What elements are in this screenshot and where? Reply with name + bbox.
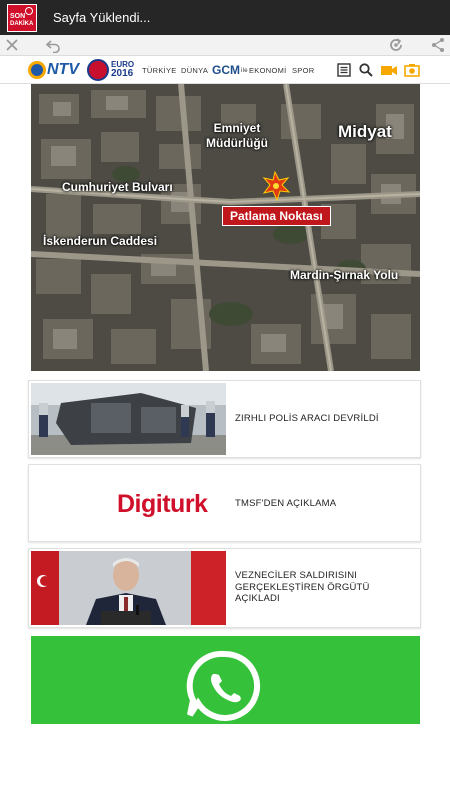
app-title-bar: SON DAKİKA Sayfa Yüklendi...	[0, 0, 450, 35]
article-card-armored-vehicle[interactable]: ZIRHLI POLİS ARACI DEVRİLDİ	[28, 380, 421, 458]
whatsapp-promo-card[interactable]	[31, 636, 420, 724]
article-headline[interactable]: ZIRHLI POLİS ARACI DEVRİLDİ	[235, 413, 415, 425]
gcm-suffix: ile	[241, 68, 248, 74]
window-title: Sayfa Yüklendi...	[53, 10, 151, 25]
site-navigation: NTV EURO 2016 TÜRKİYE DÜNYA GCM ile EKON…	[0, 56, 450, 84]
euro-line2: 2016	[111, 68, 134, 79]
article-card-tmsf[interactable]: Digiturk TMSF'DEN AÇIKLAMA	[28, 464, 421, 542]
nav-link-dunya[interactable]: DÜNYA	[181, 66, 208, 75]
share-icon[interactable]	[430, 37, 446, 53]
nav-link-turkiye[interactable]: TÜRKİYE	[142, 66, 177, 75]
map-label-iskenderun: İskenderun Caddesi	[43, 234, 158, 248]
map-label-mardin: Mardin-Şırnak Yolu	[290, 268, 399, 282]
euro2016-emblem-icon[interactable]	[87, 59, 109, 81]
article-thumbnail-armored-vehicle	[31, 383, 226, 455]
whatsapp-icon	[186, 650, 261, 721]
map-label-emniyet: Emniyet Müdürlüğü	[206, 121, 268, 151]
ntv-logo[interactable]: NTV	[28, 60, 79, 80]
nav-link-ekonomi[interactable]: EKONOMİ	[249, 66, 287, 75]
back-icon[interactable]	[45, 37, 61, 53]
menu-icon[interactable]	[336, 62, 352, 78]
logo-text-bottom: DAKİKA	[10, 20, 34, 27]
speaker-photo	[31, 551, 226, 625]
video-icon[interactable]	[380, 62, 398, 78]
app-logo: SON DAKİKA	[7, 3, 37, 32]
hero-map-image[interactable]: Emniyet Müdürlüğü Midyat Cumhuriyet Bulv…	[31, 84, 420, 371]
article-headline[interactable]: VEZNECİLER SALDIRISINI GERÇEKLEŞTİREN ÖR…	[235, 570, 415, 605]
map-label-emniyet-line2: Müdürlüğü	[206, 136, 268, 150]
search-icon[interactable]	[358, 62, 374, 78]
logo-ring-icon	[25, 6, 33, 15]
close-icon[interactable]	[4, 37, 20, 53]
ntv-globe-icon	[28, 61, 46, 79]
page-bottom-area	[0, 724, 450, 800]
nav-link-gcm[interactable]: GCM	[212, 63, 240, 77]
digiturk-logo: Digiturk	[117, 490, 208, 518]
logo-text-top: SON	[10, 12, 26, 20]
ntv-brand-text: NTV	[47, 61, 79, 78]
article-headline[interactable]: TMSF'DEN AÇIKLAMA	[235, 498, 415, 510]
browser-toolbar	[0, 35, 450, 56]
camera-icon[interactable]	[404, 62, 420, 78]
refresh-icon[interactable]	[388, 37, 404, 53]
nav-link-spor[interactable]: SPOR	[292, 66, 314, 75]
map-label-midyat: Midyat	[338, 122, 392, 141]
euro2016-text[interactable]: EURO 2016	[111, 60, 134, 79]
armored-vehicle-photo	[31, 383, 226, 455]
article-card-vezneciler[interactable]: VEZNECİLER SALDIRISINI GERÇEKLEŞTİREN ÖR…	[28, 548, 421, 628]
article-thumbnail-speaker	[31, 551, 226, 625]
map-label-emniyet-line1: Emniyet	[213, 121, 261, 135]
map-label-cumhuriyet: Cumhuriyet Bulvarı	[62, 180, 173, 194]
map-label-patlama: Patlama Noktası	[222, 206, 331, 226]
